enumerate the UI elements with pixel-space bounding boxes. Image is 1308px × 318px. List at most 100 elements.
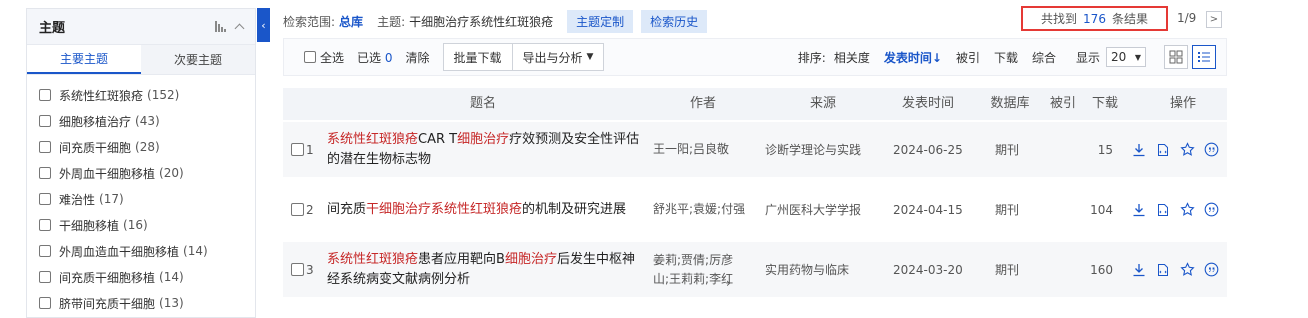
- sort-desc-arrow-icon: ↓: [931, 50, 942, 65]
- facet-label: 间充质干细胞移植: [59, 270, 156, 285]
- article-title-link[interactable]: 系统性红斑狼疮CAR T细胞治疗疗效预测及安全性评估的潜在生物标志物: [327, 122, 647, 177]
- col-source: 来源: [809, 96, 836, 111]
- facet-item[interactable]: 系统性红斑狼疮 (152): [27, 82, 255, 108]
- favorite-star-icon[interactable]: [1178, 201, 1196, 219]
- row-operations: [1130, 242, 1220, 297]
- clear-selection-button[interactable]: 清除: [406, 49, 430, 66]
- more-authors-chevron-icon[interactable]: ›: [726, 276, 731, 290]
- topic-custom-button[interactable]: 主题定制: [567, 9, 634, 33]
- row-operations: [1130, 182, 1220, 237]
- article-authors[interactable]: 姜莉;贾倩;厉彦山;王莉莉;李红: [653, 242, 753, 297]
- facet-item[interactable]: 干细胞移植 (16): [27, 212, 255, 238]
- facet-checkbox[interactable]: [39, 245, 51, 257]
- next-page-button[interactable]: >: [1206, 11, 1222, 28]
- download-icon[interactable]: [1130, 261, 1148, 279]
- results-table-header: 题名 作者 来源 发表时间 数据库 被引 下载 操作: [283, 88, 1227, 120]
- title-keyword-highlight: 干细胞治疗系统性红斑狼疮: [366, 201, 523, 217]
- sort-downloads[interactable]: 下载: [994, 49, 1018, 66]
- facet-checkbox[interactable]: [39, 219, 51, 231]
- table-row: 3 系统性红斑狼疮患者应用靶向B细胞治疗后发生中枢神经系统病变文献病例分析 姜莉…: [283, 242, 1227, 297]
- article-authors[interactable]: 王一阳;吕良敬: [653, 122, 753, 177]
- search-history-button[interactable]: 检索历史: [641, 9, 708, 33]
- title-text: 系统性红斑狼疮患者应用靶向B细胞治疗后发生中枢神经系统病变文献病例分析: [327, 250, 647, 290]
- sort-cited[interactable]: 被引: [956, 49, 980, 66]
- row-index: 1: [306, 142, 314, 157]
- article-source[interactable]: 实用药物与临床: [765, 242, 887, 297]
- sort-publish-date-label: 发表时间: [883, 50, 932, 65]
- facet-item[interactable]: 外周血干细胞移植 (20): [27, 160, 255, 186]
- export-analysis-label: 导出与分析: [522, 50, 583, 65]
- facet-label: 外周血造血干细胞移植: [59, 244, 180, 259]
- facet-checkbox[interactable]: [39, 141, 51, 153]
- tab-secondary-topic[interactable]: 次要主题: [141, 45, 255, 74]
- scope-value[interactable]: 总库: [339, 13, 363, 30]
- facet-item[interactable]: 难治性 (17): [27, 186, 255, 212]
- facet-item[interactable]: 脐带间充质干细胞 (13): [27, 290, 255, 316]
- title-segment: 的机制及研究进展: [522, 201, 627, 217]
- row-checkbox[interactable]: [291, 203, 304, 216]
- facet-checkbox[interactable]: [39, 89, 51, 101]
- bar-chart-icon[interactable]: [215, 21, 226, 32]
- facet-count: (16): [123, 218, 148, 232]
- sort-relevance[interactable]: 相关度: [834, 49, 870, 66]
- facet-item[interactable]: 细胞移植治疗 (43): [27, 108, 255, 134]
- selected-label: 已选: [357, 50, 382, 65]
- select-all-checkbox[interactable]: [304, 51, 316, 63]
- facet-item[interactable]: 外周血造血干细胞移植 (14): [27, 238, 255, 264]
- title-keyword-highlight: 细胞治疗: [457, 131, 510, 147]
- article-date: 2024-06-25: [893, 142, 963, 157]
- download-icon[interactable]: [1130, 141, 1148, 159]
- batch-download-button[interactable]: 批量下载: [442, 43, 513, 71]
- collapse-up-icon[interactable]: [234, 23, 245, 34]
- title-segment: 间充质: [327, 201, 367, 217]
- list-view-icon[interactable]: [1192, 45, 1216, 69]
- topic-facet-panel: 主题 主要主题 次要主题 系统性红斑狼疮 (152) 细胞移植治疗 (43) 间充质…: [26, 8, 256, 318]
- sidebar-collapse-button[interactable]: ‹: [257, 8, 270, 42]
- facet-checkbox[interactable]: [39, 271, 51, 283]
- html-read-icon[interactable]: [1154, 141, 1172, 159]
- title-keyword-highlight: 系统性红斑狼疮: [327, 131, 419, 147]
- facet-checkbox[interactable]: [39, 115, 51, 127]
- sort-publish-date[interactable]: 发表时间↓: [884, 49, 942, 66]
- facet-count: (13): [159, 296, 184, 310]
- page-size-select[interactable]: 20 ▼: [1106, 47, 1146, 67]
- facet-label: 系统性红斑狼疮: [59, 88, 144, 103]
- quote-icon[interactable]: [1202, 201, 1220, 219]
- favorite-star-icon[interactable]: [1178, 141, 1196, 159]
- quote-icon[interactable]: [1202, 261, 1220, 279]
- export-analysis-button[interactable]: 导出与分析 ▼: [512, 43, 605, 71]
- page-info: 1/9: [1177, 11, 1197, 25]
- download-icon[interactable]: [1130, 201, 1148, 219]
- tab-main-topic[interactable]: 主要主题: [27, 45, 141, 74]
- facet-label: 干细胞移植: [59, 218, 120, 233]
- html-read-icon[interactable]: [1154, 261, 1172, 279]
- title-segment: CAR T: [418, 131, 458, 147]
- article-title-link[interactable]: 间充质干细胞治疗系统性红斑狼疮的机制及研究进展: [327, 182, 647, 237]
- facet-item[interactable]: 间充质干细胞移植 (14): [27, 264, 255, 290]
- facet-count: (43): [135, 114, 160, 128]
- topic-value: 干细胞治疗系统性红斑狼疮: [409, 14, 554, 29]
- facet-item[interactable]: 间充质干细胞 (28): [27, 134, 255, 160]
- col-title: 题名: [469, 96, 496, 111]
- row-checkbox[interactable]: [291, 263, 304, 276]
- facet-checkbox[interactable]: [39, 297, 51, 309]
- html-read-icon[interactable]: [1154, 201, 1172, 219]
- article-authors[interactable]: 舒兆平;袁媛;付强: [653, 182, 753, 237]
- facet-checkbox[interactable]: [39, 167, 51, 179]
- grid-view-icon[interactable]: [1164, 45, 1188, 69]
- title-text: 间充质干细胞治疗系统性红斑狼疮的机制及研究进展: [327, 200, 626, 220]
- quote-icon[interactable]: [1202, 141, 1220, 159]
- topic-label: 主题:: [377, 14, 406, 29]
- facet-label: 脐带间充质干细胞: [59, 296, 156, 311]
- select-all-label[interactable]: 全选: [320, 49, 344, 66]
- article-source[interactable]: 广州医科大学学报: [765, 182, 887, 237]
- row-checkbox[interactable]: [291, 143, 304, 156]
- facet-checkbox[interactable]: [39, 193, 51, 205]
- favorite-star-icon[interactable]: [1178, 261, 1196, 279]
- col-cited: 被引: [1049, 96, 1076, 111]
- sort-composite[interactable]: 综合: [1032, 49, 1056, 66]
- title-keyword-highlight: 细胞治疗: [504, 251, 557, 267]
- article-title-link[interactable]: 系统性红斑狼疮患者应用靶向B细胞治疗后发生中枢神经系统病变文献病例分析: [327, 242, 647, 297]
- facet-tabs: 主要主题 次要主题: [27, 45, 255, 75]
- article-source[interactable]: 诊断学理论与实践: [765, 122, 887, 177]
